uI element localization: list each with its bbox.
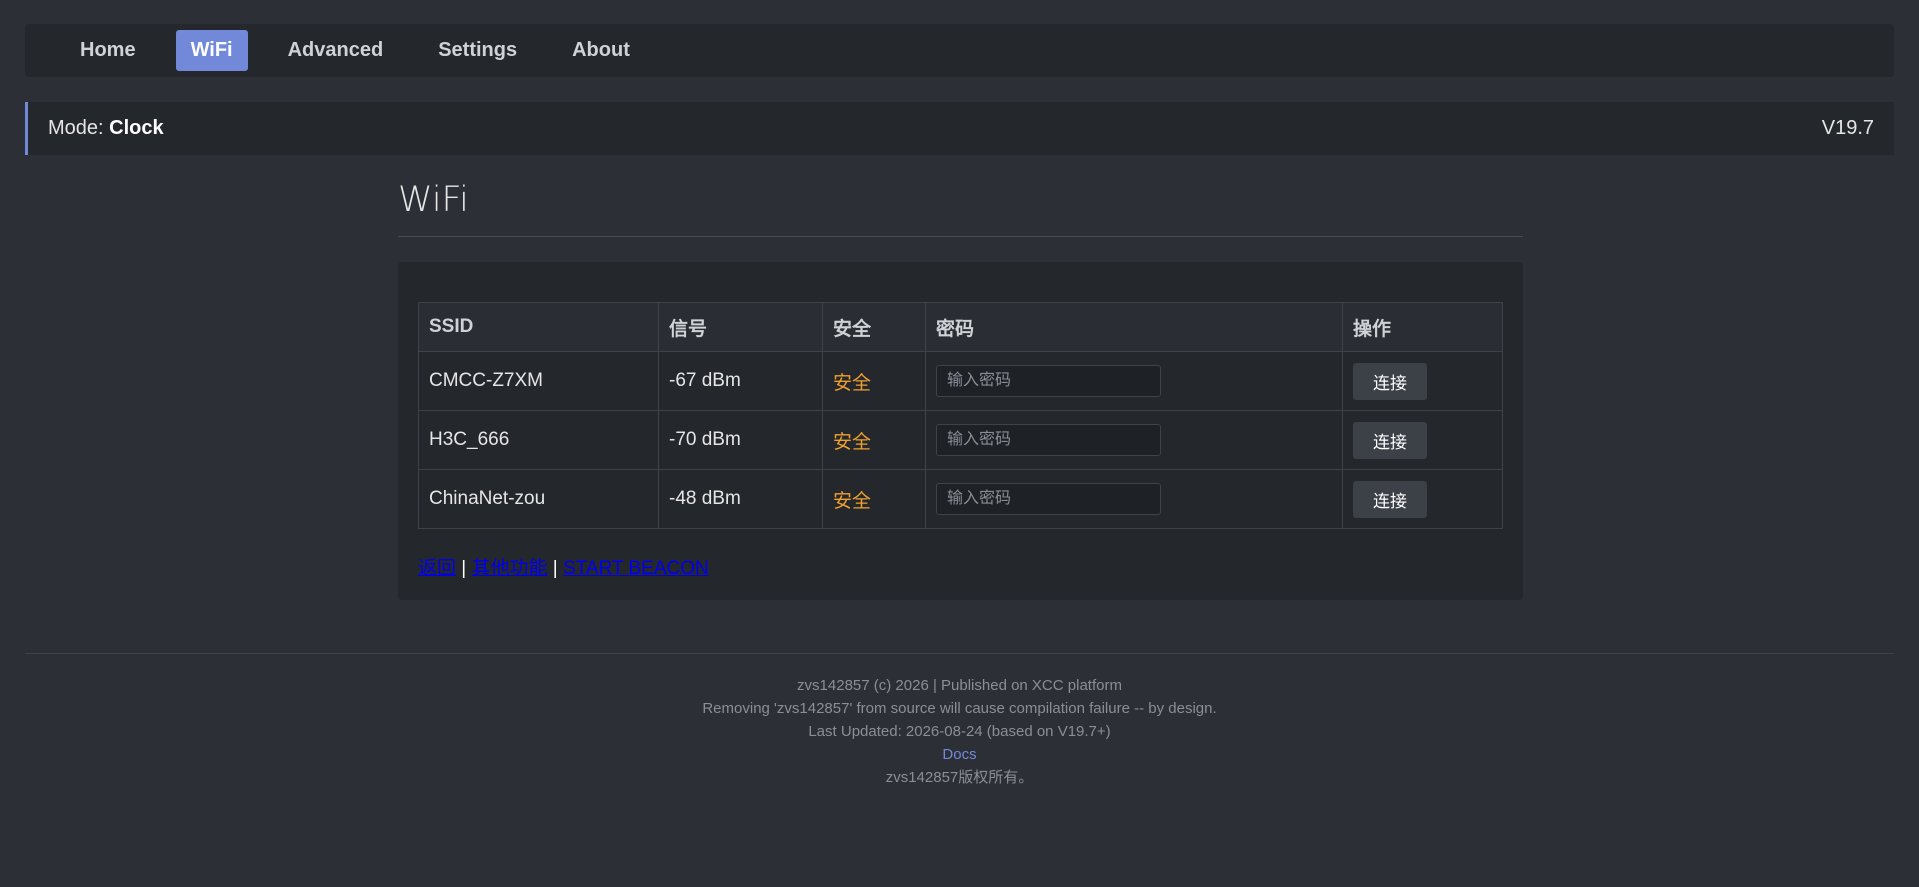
row-signal: -67 dBm (658, 351, 823, 411)
mode-value: Clock (109, 117, 164, 139)
header-action: 操作 (1342, 302, 1503, 352)
footer-copyright: zvs142857 (c) 2026 | Published on XCC pl… (797, 677, 1122, 694)
nav-wifi[interactable]: WiFi (175, 30, 248, 71)
main-content: WiFi SSID 信号 安全 密码 操作 CMCC-Z7XM -67 dBm … (398, 180, 1523, 600)
row-security: 安全 (822, 469, 926, 529)
connect-button[interactable]: 连接 (1353, 421, 1427, 459)
link-separator: | (456, 558, 472, 579)
nav-home[interactable]: Home (65, 30, 151, 71)
other-functions-link[interactable]: 其他功能 (472, 558, 548, 579)
row-ssid: CMCC-Z7XM (418, 351, 659, 411)
row-password-cell (925, 410, 1343, 470)
row-password-cell (925, 351, 1343, 411)
mode-prefix: Mode: (48, 117, 110, 139)
table-row: H3C_666 -70 dBm 安全 连接 (418, 410, 1503, 470)
table-row: ChinaNet-zou -48 dBm 安全 连接 (418, 469, 1503, 529)
header-signal: 信号 (658, 302, 823, 352)
footer-notice: Removing 'zvs142857' from source will ca… (702, 700, 1217, 717)
nav-settings[interactable]: Settings (423, 30, 532, 71)
mode-indicator: Mode: Clock (48, 117, 164, 140)
footer-rights: zvs142857版权所有。 (885, 769, 1034, 786)
wifi-panel: SSID 信号 安全 密码 操作 CMCC-Z7XM -67 dBm 安全 连接… (398, 262, 1523, 600)
password-input[interactable] (936, 483, 1161, 515)
header-ssid: SSID (418, 302, 659, 352)
action-links: 返回 | 其他功能 | START BEACON (418, 553, 1503, 580)
password-input[interactable] (936, 365, 1161, 397)
mode-bar: Mode: Clock V19.7 (25, 102, 1894, 155)
table-row: CMCC-Z7XM -67 dBm 安全 连接 (418, 351, 1503, 411)
row-action-cell: 连接 (1342, 469, 1503, 529)
header-security: 安全 (822, 302, 926, 352)
table-header-row: SSID 信号 安全 密码 操作 (418, 302, 1503, 352)
row-action-cell: 连接 (1342, 410, 1503, 470)
row-password-cell (925, 469, 1343, 529)
version-label: V19.7 (1821, 117, 1874, 139)
top-navbar: Home WiFi Advanced Settings About (25, 24, 1894, 77)
row-signal: -48 dBm (658, 469, 823, 529)
header-password: 密码 (925, 302, 1343, 352)
wifi-table: SSID 信号 安全 密码 操作 CMCC-Z7XM -67 dBm 安全 连接… (418, 302, 1503, 529)
docs-link[interactable]: Docs (942, 746, 976, 763)
nav-about[interactable]: About (557, 30, 645, 71)
nav-advanced[interactable]: Advanced (273, 30, 399, 71)
password-input[interactable] (936, 424, 1161, 456)
link-separator: | (547, 558, 564, 579)
row-action-cell: 连接 (1342, 351, 1503, 411)
row-ssid: ChinaNet-zou (418, 469, 659, 529)
row-signal: -70 dBm (658, 410, 823, 470)
footer: zvs142857 (c) 2026 | Published on XCC pl… (25, 653, 1894, 789)
page-title: WiFi (398, 180, 1523, 237)
connect-button[interactable]: 连接 (1353, 362, 1427, 400)
row-security: 安全 (822, 351, 926, 411)
row-ssid: H3C_666 (418, 410, 659, 470)
back-link[interactable]: 返回 (418, 558, 456, 579)
row-security: 安全 (822, 410, 926, 470)
connect-button[interactable]: 连接 (1353, 480, 1427, 518)
start-beacon-link[interactable]: START BEACON (563, 558, 709, 579)
footer-last-updated: Last Updated: 2026-08-24 (based on V19.7… (808, 723, 1111, 740)
